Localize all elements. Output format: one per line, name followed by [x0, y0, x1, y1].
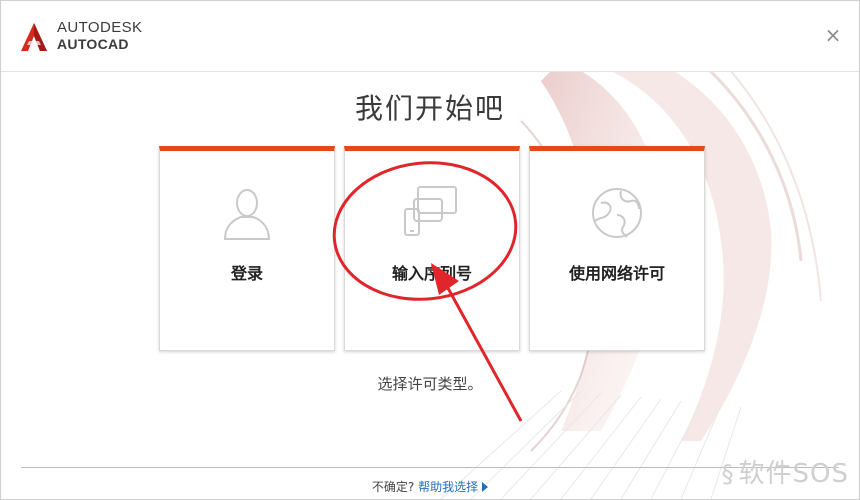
- watermark-text: 软件SOS: [738, 459, 849, 489]
- network-license-label: 使用网络许可: [568, 264, 665, 283]
- brand-product: AUTOCAD: [57, 36, 129, 52]
- play-arrow-icon[interactable]: [482, 482, 489, 492]
- uncertain-text: 不确定?: [371, 480, 415, 494]
- autodesk-logo-icon: [21, 23, 47, 51]
- close-button[interactable]: ×: [823, 25, 843, 45]
- sign-in-label: 登录: [230, 264, 263, 283]
- enter-serial-label: 输入序列号: [391, 264, 472, 283]
- enter-serial-card[interactable]: 输入序列号: [344, 146, 520, 351]
- license-type-hint: 选择许可类型。: [377, 375, 483, 393]
- globe-network-icon: [592, 188, 642, 238]
- network-license-card[interactable]: 使用网络许可: [529, 146, 705, 351]
- watermark: § 软件SOS: [722, 453, 849, 490]
- footer-divider: [21, 467, 839, 468]
- devices-icon: [404, 186, 457, 236]
- sign-in-card[interactable]: 登录: [159, 146, 335, 351]
- product-brand: AUTODESK AUTOCAD: [57, 19, 142, 53]
- brand-company: AUTODESK: [57, 19, 143, 36]
- watermark-logo-icon: §: [721, 460, 735, 488]
- license-dialog: AUTODESK AUTOCAD × 我们开始吧 登录 输入序列号 使用网络许可…: [0, 0, 860, 500]
- user-silhouette-icon: [223, 189, 271, 240]
- header-bar: AUTODESK AUTOCAD ×: [1, 1, 859, 72]
- help-me-choose-link[interactable]: 帮助我选择: [418, 480, 478, 494]
- page-title: 我们开始吧: [354, 92, 505, 125]
